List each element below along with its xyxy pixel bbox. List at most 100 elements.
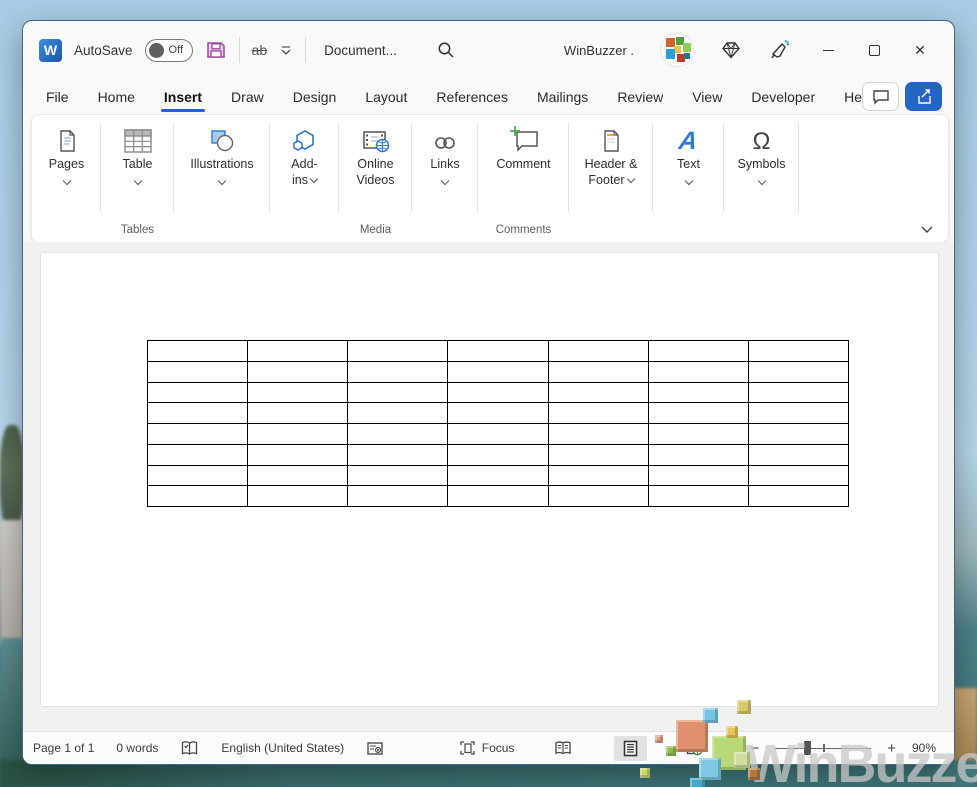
proofing-icon[interactable] xyxy=(180,740,199,757)
tab-mailings[interactable]: Mailings xyxy=(536,85,589,109)
table-cell[interactable] xyxy=(348,465,448,486)
header-footer-button[interactable]: Header & Footer xyxy=(569,122,653,188)
table-cell[interactable] xyxy=(248,486,348,507)
table-cell[interactable] xyxy=(348,486,448,507)
table-cell[interactable] xyxy=(648,465,748,486)
table-cell[interactable] xyxy=(448,341,548,362)
tab-view[interactable]: View xyxy=(691,85,723,109)
table-cell[interactable] xyxy=(148,424,248,445)
table-cell[interactable] xyxy=(548,465,648,486)
collapse-ribbon-chevron-icon[interactable] xyxy=(920,225,934,234)
quick-access-chevron-icon[interactable] xyxy=(279,44,293,56)
table-cell[interactable] xyxy=(148,361,248,382)
table-cell[interactable] xyxy=(448,486,548,507)
pages-button[interactable]: Pages xyxy=(32,122,101,184)
document-page[interactable] xyxy=(41,253,938,706)
table-cell[interactable] xyxy=(548,382,648,403)
table-cell[interactable] xyxy=(748,465,848,486)
illustrations-button[interactable]: Illustrations xyxy=(174,122,270,184)
table-cell[interactable] xyxy=(648,382,748,403)
tab-review[interactable]: Review xyxy=(616,85,664,109)
table-cell[interactable] xyxy=(548,403,648,424)
table-cell[interactable] xyxy=(248,424,348,445)
tab-home[interactable]: Home xyxy=(97,85,136,109)
strikethrough-quick-icon[interactable]: ab xyxy=(252,42,268,58)
table-cell[interactable] xyxy=(148,382,248,403)
table-cell[interactable] xyxy=(548,361,648,382)
table-cell[interactable] xyxy=(648,424,748,445)
table-cell[interactable] xyxy=(348,403,448,424)
macro-recording-icon[interactable] xyxy=(366,741,384,756)
table-cell[interactable] xyxy=(348,361,448,382)
feedback-megaphone-icon[interactable] xyxy=(768,39,792,61)
table-cell[interactable] xyxy=(548,486,648,507)
tab-file[interactable]: File xyxy=(45,85,70,109)
designer-diamond-icon[interactable] xyxy=(720,40,742,60)
table-button[interactable]: Table xyxy=(101,122,174,184)
table-cell[interactable] xyxy=(748,444,848,465)
print-layout-button[interactable] xyxy=(614,736,647,761)
table-cell[interactable] xyxy=(748,424,848,445)
table-cell[interactable] xyxy=(248,382,348,403)
tab-insert[interactable]: Insert xyxy=(163,85,203,109)
table-cell[interactable] xyxy=(248,444,348,465)
table-cell[interactable] xyxy=(148,403,248,424)
account-name[interactable]: WinBuzzer . xyxy=(564,43,634,58)
table-cell[interactable] xyxy=(148,486,248,507)
word-logo-icon[interactable]: W xyxy=(39,39,62,62)
page-indicator[interactable]: Page 1 of 1 xyxy=(33,741,94,755)
tab-draw[interactable]: Draw xyxy=(230,85,265,109)
tab-developer[interactable]: Developer xyxy=(750,85,816,109)
comments-button[interactable] xyxy=(862,82,899,111)
table-cell[interactable] xyxy=(448,403,548,424)
table-cell[interactable] xyxy=(248,361,348,382)
table-cell[interactable] xyxy=(748,382,848,403)
table-cell[interactable] xyxy=(248,465,348,486)
read-mode-button[interactable] xyxy=(544,736,582,760)
add-ins-button[interactable]: Add- ins xyxy=(270,122,339,188)
focus-button[interactable]: Focus xyxy=(459,740,515,756)
share-button[interactable] xyxy=(905,82,942,111)
table-cell[interactable] xyxy=(748,361,848,382)
account-avatar[interactable] xyxy=(660,33,694,67)
tab-references[interactable]: References xyxy=(435,85,509,109)
table-cell[interactable] xyxy=(648,341,748,362)
table-cell[interactable] xyxy=(748,486,848,507)
table-cell[interactable] xyxy=(148,341,248,362)
search-icon[interactable] xyxy=(437,41,455,59)
table-cell[interactable] xyxy=(648,403,748,424)
table-cell[interactable] xyxy=(348,382,448,403)
table-cell[interactable] xyxy=(448,465,548,486)
tab-layout[interactable]: Layout xyxy=(364,85,408,109)
table-cell[interactable] xyxy=(448,382,548,403)
document-table[interactable] xyxy=(147,340,849,507)
comment-button[interactable]: Comment xyxy=(478,122,569,173)
table-cell[interactable] xyxy=(348,444,448,465)
table-cell[interactable] xyxy=(348,341,448,362)
maximize-button[interactable] xyxy=(864,45,884,56)
table-cell[interactable] xyxy=(248,341,348,362)
autosave-toggle[interactable]: Off xyxy=(145,39,193,62)
table-cell[interactable] xyxy=(548,424,648,445)
save-icon[interactable] xyxy=(205,39,227,61)
table-cell[interactable] xyxy=(648,444,748,465)
table-cell[interactable] xyxy=(448,444,548,465)
table-cell[interactable] xyxy=(448,361,548,382)
table-cell[interactable] xyxy=(548,341,648,362)
table-cell[interactable] xyxy=(648,361,748,382)
symbols-button[interactable]: Ω Symbols xyxy=(724,122,799,184)
table-cell[interactable] xyxy=(748,341,848,362)
links-button[interactable]: Links xyxy=(412,122,478,184)
minimize-button[interactable] xyxy=(818,50,838,51)
table-cell[interactable] xyxy=(648,486,748,507)
table-cell[interactable] xyxy=(548,444,648,465)
online-videos-button[interactable]: Online Videos xyxy=(339,122,412,188)
table-cell[interactable] xyxy=(148,465,248,486)
table-cell[interactable] xyxy=(448,424,548,445)
tab-design[interactable]: Design xyxy=(292,85,338,109)
table-cell[interactable] xyxy=(248,403,348,424)
word-count[interactable]: 0 words xyxy=(116,741,158,755)
text-button[interactable]: A Text xyxy=(653,122,724,184)
close-button[interactable]: ✕ xyxy=(910,42,930,59)
document-title[interactable]: Document... xyxy=(324,43,397,58)
